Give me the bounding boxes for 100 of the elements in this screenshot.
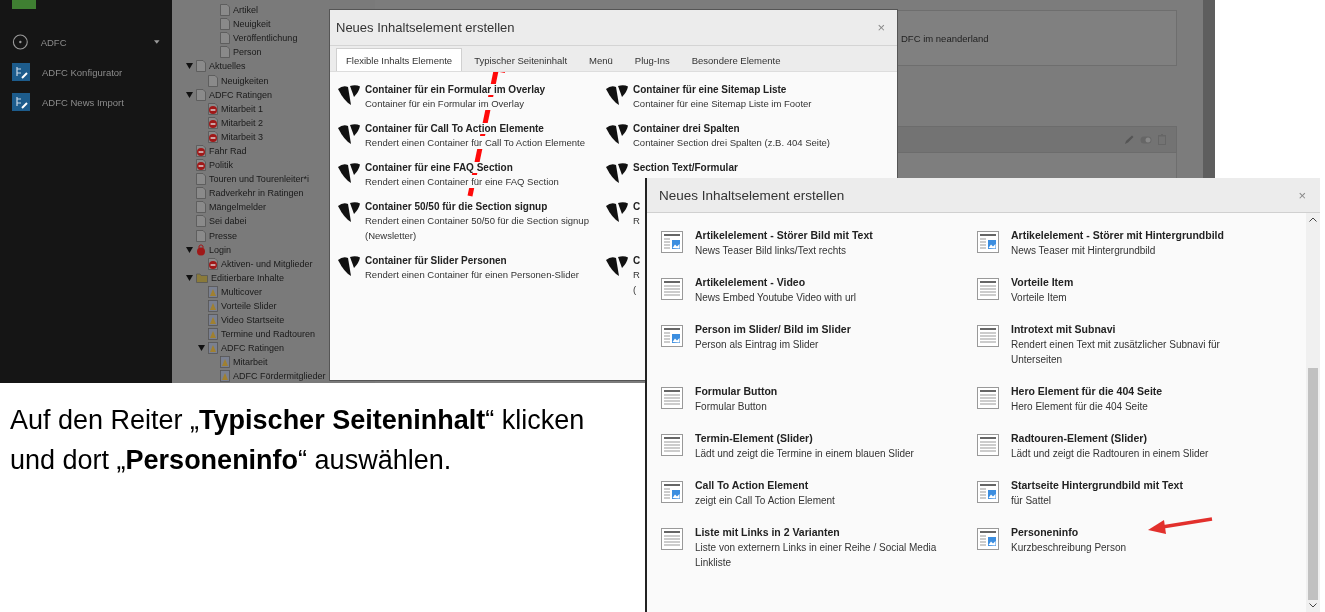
element-title[interactable]: Vorteile Item xyxy=(1011,276,1263,288)
text-icon[interactable] xyxy=(661,387,683,409)
record-icon xyxy=(208,342,218,355)
tree-item[interactable]: Termine und Radtouren xyxy=(221,329,316,340)
element-title[interactable]: Artikelelement - Störer Bild mit Text xyxy=(695,229,947,241)
element-title[interactable]: Artikelelement - Video xyxy=(695,276,947,288)
element-title[interactable]: Container für Slider Personen xyxy=(365,255,507,266)
tree-item[interactable]: Artikel xyxy=(233,5,258,16)
text-icon[interactable] xyxy=(977,434,999,456)
element-description: Rendert einen Container 50/50 für die Section signup xyxy=(365,214,589,227)
element-title[interactable]: Termin-Element (Slider) xyxy=(695,432,947,444)
tree-item[interactable]: Mitarbeit xyxy=(233,357,268,368)
tree-item[interactable]: Politik xyxy=(209,160,233,171)
content-element-icon[interactable] xyxy=(605,123,629,147)
tree-item[interactable]: Person xyxy=(233,47,262,58)
element-title[interactable]: Container für eine FAQ Section xyxy=(365,162,513,173)
expand-toggle-icon[interactable] xyxy=(186,91,193,98)
text-image-icon[interactable] xyxy=(977,231,999,253)
element-title[interactable]: Artikelelement - Störer mit Hintergrundbild xyxy=(1011,229,1263,241)
scrollbar[interactable] xyxy=(1306,213,1320,612)
element-title[interactable]: Container für eine Sitemap Liste xyxy=(633,84,787,95)
text-icon[interactable] xyxy=(977,325,999,347)
text-image-icon[interactable] xyxy=(661,325,683,347)
tree-item[interactable]: Fahr Rad xyxy=(209,146,247,156)
text-icon[interactable] xyxy=(661,528,683,550)
close-button[interactable]: × xyxy=(1294,187,1310,203)
text-image-icon[interactable] xyxy=(977,528,999,550)
tree-item[interactable]: Login xyxy=(209,244,232,255)
scrollbar-thumb[interactable] xyxy=(1308,367,1318,600)
tree-item[interactable]: Sei dabei xyxy=(209,216,247,227)
tree-item[interactable]: Video Startseite xyxy=(221,315,285,326)
text-icon[interactable] xyxy=(661,434,683,456)
element-title[interactable]: C xyxy=(633,201,641,212)
element-title[interactable]: Container für ein Formular im Overlay xyxy=(365,84,546,95)
circle-icon xyxy=(12,33,29,51)
tree-item[interactable]: Aktuelles xyxy=(209,61,246,72)
tree-item[interactable]: Mängelmelder xyxy=(209,202,267,213)
tree-item[interactable]: ADFC Fördermitglieder xyxy=(233,371,326,382)
text-image-icon[interactable] xyxy=(661,231,683,253)
text-icon[interactable] xyxy=(977,278,999,300)
scroll-down-icon[interactable] xyxy=(1309,603,1317,608)
element-title[interactable]: Startseite Hintergrundbild mit Text xyxy=(1011,479,1263,491)
content-element-icon[interactable] xyxy=(337,162,361,186)
content-element-icon[interactable] xyxy=(605,255,629,279)
content-element-icon[interactable] xyxy=(605,162,629,186)
tree-item[interactable]: Vorteile Slider xyxy=(221,301,277,311)
content-element-icon[interactable] xyxy=(337,84,361,108)
element-title[interactable]: Container drei Spalten xyxy=(633,123,740,134)
tree-item[interactable]: Multicover xyxy=(221,286,262,297)
text-icon[interactable] xyxy=(661,278,683,300)
element-description: Hero Element für die 404 Seite xyxy=(1011,400,1149,414)
tree-item[interactable]: Editierbare Inhalte xyxy=(211,272,285,283)
tree-item[interactable]: Neuigkeiten xyxy=(221,75,269,86)
caret-icon[interactable] xyxy=(154,40,160,44)
content-element-icon[interactable] xyxy=(605,201,629,225)
close-button[interactable]: × xyxy=(873,20,889,35)
record-icon xyxy=(208,285,218,298)
tree-item[interactable]: Veröffentlichung xyxy=(233,33,298,44)
tree-item[interactable]: Radverkehr in Ratingen xyxy=(209,188,304,199)
element-title[interactable]: Introtext mit Subnavi xyxy=(1011,323,1263,335)
tree-item[interactable]: ADFC Ratingen xyxy=(221,343,285,354)
tab[interactable]: Flexible Inhalts Elemente xyxy=(336,48,463,71)
expand-toggle-icon[interactable] xyxy=(186,63,193,70)
element-title[interactable]: Formular Button xyxy=(695,385,947,397)
element-title[interactable]: Personeninfo xyxy=(1011,526,1263,538)
element-description: News Embed Youtube Video with url xyxy=(695,291,858,305)
content-element-icon[interactable] xyxy=(337,255,361,279)
module-link[interactable]: ADFC News Import xyxy=(42,96,152,108)
element-title[interactable]: Person im Slider/ Bild im Slider xyxy=(695,323,947,335)
text-icon[interactable] xyxy=(977,387,999,409)
tree-item[interactable]: Touren und Tourenleiter*i xyxy=(209,174,309,185)
module-link[interactable]: ADFC Konfigurator xyxy=(42,66,152,78)
expand-toggle-icon[interactable] xyxy=(198,345,205,352)
toggle-icon[interactable] xyxy=(1140,135,1152,144)
app-tile-icon[interactable] xyxy=(12,0,36,9)
content-element-icon[interactable] xyxy=(605,84,629,108)
element-title[interactable]: Call To Action Element xyxy=(695,479,947,491)
module-link[interactable]: ADFC xyxy=(40,36,143,48)
element-title[interactable]: C xyxy=(633,255,641,266)
tree-item[interactable]: Mitarbeit 1 xyxy=(221,103,264,114)
element-title[interactable]: Hero Element für die 404 Seite xyxy=(1011,385,1263,397)
content-element-icon[interactable] xyxy=(337,201,361,225)
expand-toggle-icon[interactable] xyxy=(186,274,193,281)
tree-item[interactable]: Mitarbeit 2 xyxy=(221,117,264,128)
scroll-up-icon[interactable] xyxy=(1309,217,1317,222)
content-element-icon[interactable] xyxy=(337,123,361,147)
tree-item[interactable]: Aktiven- und Mitglieder xyxy=(221,258,313,269)
element-title[interactable]: Container für Call To Action Elemente xyxy=(365,123,544,134)
element-title[interactable]: Container 50/50 für die Section signup xyxy=(365,201,548,212)
tree-item[interactable]: Mitarbeit 3 xyxy=(221,131,264,142)
tree-item[interactable]: Neuigkeit xyxy=(233,19,271,30)
element-title[interactable]: Liste mit Links in 2 Varianten xyxy=(695,526,947,538)
tree-item[interactable]: ADFC Ratingen xyxy=(209,89,273,100)
element-title[interactable]: Radtouren-Element (Slider) xyxy=(1011,432,1263,444)
tree-item[interactable]: Presse xyxy=(209,230,237,241)
text-image-icon[interactable] xyxy=(661,481,683,503)
expand-toggle-icon[interactable] xyxy=(186,246,193,253)
text-image-icon[interactable] xyxy=(977,481,999,503)
instruction-text: Auf den Reiter „Typischer Seiteninhalt“ klicken und dort „Personeninfo“ auswählen. xyxy=(10,404,586,477)
element-title[interactable]: Section Text/Formular xyxy=(633,162,738,173)
